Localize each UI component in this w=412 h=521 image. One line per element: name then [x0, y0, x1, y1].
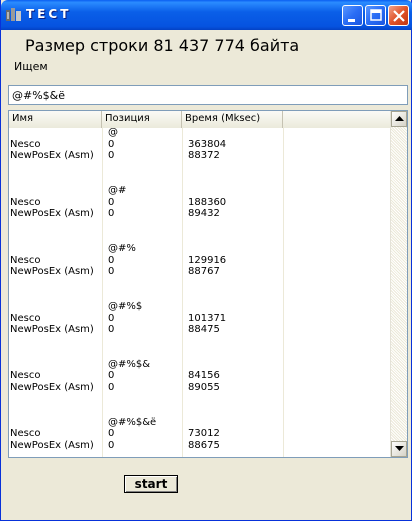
cell-name: NewPosEx (Asm)	[10, 440, 94, 452]
cell-time: 188360	[188, 196, 227, 208]
string-size-heading: Размер строки 81 437 774 байта	[25, 36, 300, 55]
cell-time: 88675	[188, 440, 220, 452]
cell-position: 0	[108, 382, 115, 394]
cell-name: NewPosEx (Asm)	[10, 150, 94, 162]
cell-position: 0	[108, 266, 115, 278]
cell-position: 0	[108, 208, 115, 220]
cell-name: Nesco	[10, 254, 41, 266]
maximize-icon	[370, 9, 382, 21]
cell-name: NewPosEx (Asm)	[10, 266, 94, 278]
cell-position: 0	[108, 312, 115, 324]
search-input[interactable]	[8, 85, 408, 105]
cell-position: 0	[108, 324, 115, 336]
minimize-icon	[348, 19, 355, 22]
cell-time: 88475	[188, 324, 220, 336]
cell-time: 84156	[188, 370, 220, 382]
minimize-button[interactable]	[342, 5, 363, 26]
vertical-scrollbar[interactable]	[390, 111, 407, 457]
list-item[interactable]: NewPosEx (Asm) 0 88675	[9, 440, 390, 453]
column-header-empty[interactable]	[283, 111, 390, 128]
cell-time: 89055	[188, 382, 220, 394]
search-label: Ищем	[14, 60, 48, 73]
title-bar[interactable]: ТЕСТ	[1, 0, 412, 30]
cell-time: 363804	[188, 138, 227, 150]
app-icon	[6, 8, 22, 22]
list-item[interactable]: NewPosEx (Asm) 0 88372	[9, 150, 390, 163]
cell-position: @	[108, 127, 118, 138]
cell-name: NewPosEx (Asm)	[10, 324, 94, 336]
cell-position: 0	[108, 254, 115, 266]
list-item[interactable]: NewPosEx (Asm) 0 88475	[9, 324, 390, 337]
column-header-position[interactable]: Позиция	[102, 111, 182, 128]
scrollbar-track[interactable]	[391, 127, 407, 441]
start-button[interactable]: start	[124, 475, 178, 493]
cell-position: 0	[108, 150, 115, 162]
results-listview[interactable]: Имя Позиция Время (Mksec) @ Nesco 0 363804 N…	[8, 110, 408, 458]
list-item[interactable]	[9, 174, 390, 186]
cell-name: Nesco	[10, 312, 41, 324]
cell-time: 89432	[188, 208, 220, 220]
column-header-time[interactable]: Время (Mksec)	[182, 111, 283, 128]
list-item[interactable]: NewPosEx (Asm) 0 88767	[9, 266, 390, 279]
scroll-up-arrow-icon	[395, 116, 404, 121]
cell-time: 88767	[188, 266, 220, 278]
cell-position: 0	[108, 440, 115, 452]
main-window: ТЕСТ Размер строки 81 437 774 байта Ищем…	[0, 0, 412, 521]
cell-name: Nesco	[10, 138, 41, 150]
cell-name: Nesco	[10, 428, 41, 440]
cell-position: 0	[108, 428, 115, 440]
list-item[interactable]	[9, 348, 390, 360]
list-item[interactable]	[9, 337, 390, 349]
list-item[interactable]: NewPosEx (Asm) 0 89055	[9, 382, 390, 395]
close-icon	[393, 10, 405, 22]
cell-name: Nesco	[10, 196, 41, 208]
cell-time: 129916	[188, 254, 227, 266]
scroll-up-button[interactable]	[391, 111, 407, 127]
cell-position: @#%$	[108, 300, 143, 312]
list-item[interactable]	[9, 163, 390, 175]
cell-position: 0	[108, 196, 115, 208]
cell-position: 0	[108, 138, 115, 150]
cell-position: 0	[108, 370, 115, 382]
list-item[interactable]	[9, 221, 390, 233]
cell-position: @#	[108, 184, 127, 196]
list-item[interactable]: NewPosEx (Asm) 0 89432	[9, 208, 390, 221]
cell-position: @#%$&	[108, 358, 151, 370]
list-item[interactable]	[9, 406, 390, 418]
list-item[interactable]	[9, 395, 390, 407]
cell-position: @#%$&ё	[108, 416, 157, 428]
maximize-button[interactable]	[365, 5, 386, 26]
listview-rows: @ Nesco 0 363804 NewPosEx (Asm) 0 88372 @# Nesco…	[9, 127, 390, 453]
cell-name: Nesco	[10, 370, 41, 382]
listview-header: Имя Позиция Время (Mksec)	[9, 111, 390, 128]
scroll-down-arrow-icon	[395, 446, 404, 451]
window-title: ТЕСТ	[26, 7, 72, 21]
cell-name: NewPosEx (Asm)	[10, 208, 94, 220]
column-header-name[interactable]: Имя	[9, 111, 102, 128]
list-item[interactable]	[9, 290, 390, 302]
cell-position: @#%	[108, 242, 136, 254]
scroll-down-button[interactable]	[391, 441, 407, 457]
cell-time: 73012	[188, 428, 220, 440]
list-item[interactable]	[9, 232, 390, 244]
list-item[interactable]	[9, 279, 390, 291]
cell-name: NewPosEx (Asm)	[10, 382, 94, 394]
close-button[interactable]	[388, 5, 409, 26]
cell-time: 88372	[188, 150, 220, 162]
cell-time: 101371	[188, 312, 227, 324]
